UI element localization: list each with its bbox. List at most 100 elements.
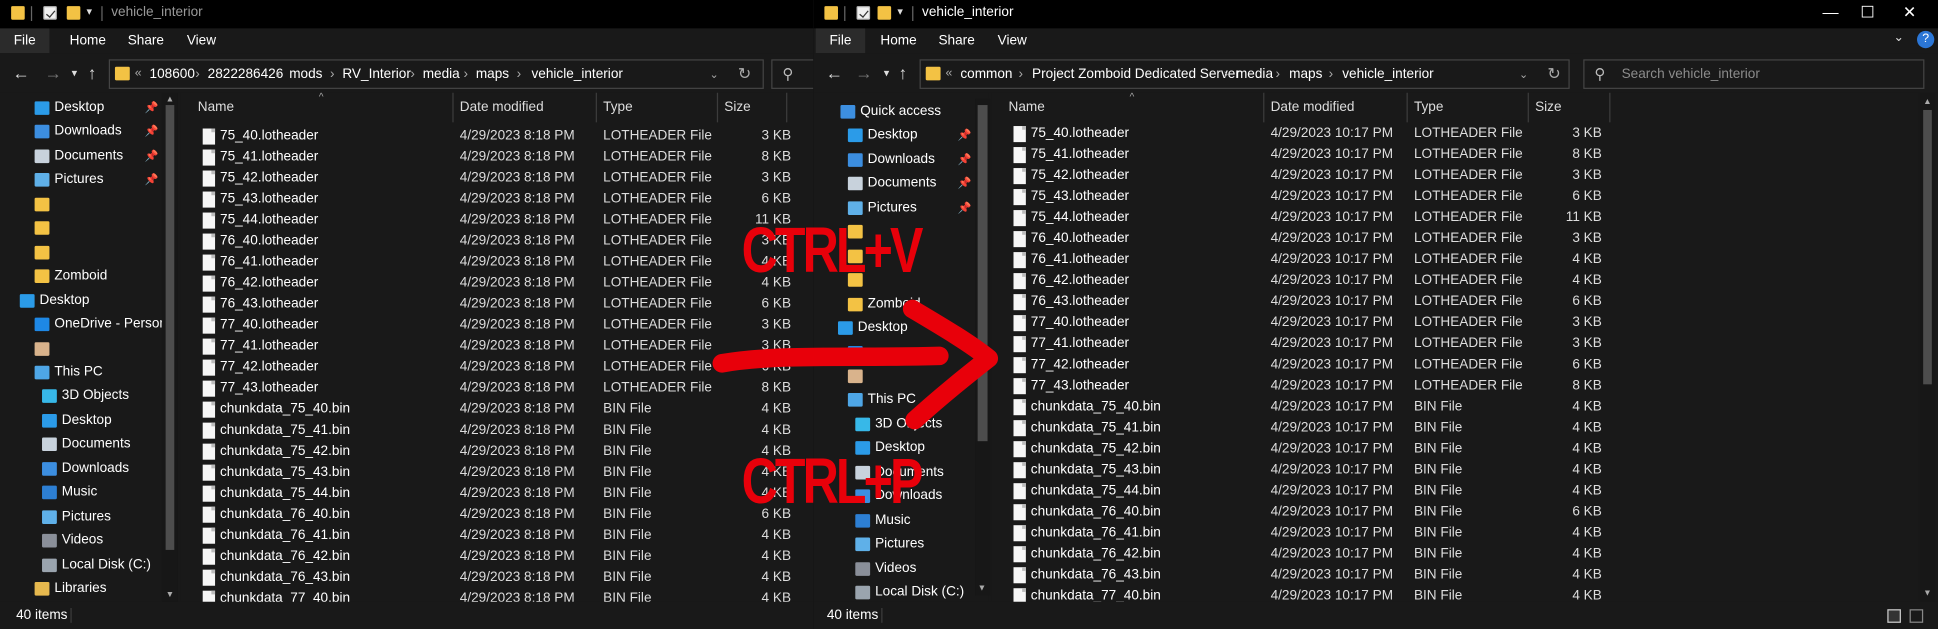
tab-share[interactable]: Share (937, 28, 977, 53)
nav-item[interactable]: Pictures (37, 505, 161, 528)
tab-file[interactable]: File (0, 28, 50, 54)
nav-item[interactable]: Libraries (30, 577, 161, 600)
column-divider[interactable] (1527, 92, 1529, 123)
nav-item[interactable]: Local Disk (C:) (37, 553, 161, 576)
file-row[interactable]: 75_42.lotheader 4/29/2023 10:17 PM LOTHEAD… (991, 166, 1609, 187)
details-view-icon[interactable] (1887, 609, 1901, 623)
search-box[interactable]: ⚲ (771, 59, 814, 89)
file-row[interactable]: 75_43.lotheader 4/29/2023 10:17 PM LOTHEAD… (991, 187, 1609, 208)
file-row[interactable]: 76_41.lotheader 4/29/2023 8:18 PM LOTHEADE… (180, 252, 798, 273)
column-header-type[interactable]: Type (1414, 93, 1443, 123)
nav-item[interactable]: Videos (37, 529, 161, 552)
nav-item[interactable]: Downloads 📌 (30, 120, 161, 143)
column-header-name[interactable]: Name (1009, 93, 1045, 123)
refresh-icon[interactable]: ↻ (738, 61, 751, 88)
nav-item[interactable]: Desktop 📌 (843, 124, 974, 147)
column-header-date-modified[interactable]: Date modified (1271, 93, 1355, 123)
file-row[interactable]: chunkdata_77_40.bin 4/29/2023 10:17 PM BIN… (991, 586, 1609, 602)
column-divider[interactable] (595, 92, 597, 123)
recent-locations-icon[interactable]: ▾ (884, 63, 890, 83)
close-icon[interactable]: ✕ (1891, 1, 1928, 23)
column-header-size[interactable]: Size (724, 93, 750, 123)
file-row[interactable]: chunkdata_76_43.bin 4/29/2023 8:18 PM BIN … (180, 567, 798, 588)
chevron-right-icon[interactable]: › (1329, 61, 1334, 88)
column-divider[interactable] (1406, 92, 1408, 123)
address-bar[interactable]: « common › Project Zomboid Dedicated Ser… (919, 59, 1570, 89)
file-list-scrollbar[interactable]: ▲ ▼ (1919, 92, 1936, 602)
breadcrumb-item[interactable]: 108600 (150, 61, 195, 88)
up-arrow-icon[interactable]: ↑ (899, 63, 908, 83)
file-row[interactable]: 75_44.lotheader 4/29/2023 8:18 PM LOTHEADE… (180, 210, 798, 231)
scroll-thumb[interactable] (165, 105, 175, 550)
chevron-right-icon[interactable]: › (517, 61, 522, 88)
breadcrumb-item[interactable]: media (423, 61, 460, 88)
tab-view[interactable]: View (183, 28, 220, 53)
file-row[interactable]: chunkdata_75_44.bin 4/29/2023 8:18 PM BIN … (180, 483, 798, 504)
file-row[interactable]: 76_41.lotheader 4/29/2023 10:17 PM LOTHEAD… (991, 250, 1609, 271)
nav-item[interactable] (30, 241, 161, 264)
chevron-right-icon[interactable]: › (1276, 61, 1281, 88)
refresh-icon[interactable]: ↻ (1547, 61, 1560, 88)
file-row[interactable]: 76_40.lotheader 4/29/2023 8:18 PM LOTHEADE… (180, 231, 798, 252)
column-divider[interactable] (716, 92, 719, 123)
file-row[interactable]: 75_42.lotheader 4/29/2023 8:18 PM LOTHEADE… (180, 168, 798, 189)
properties-icon[interactable] (856, 6, 871, 20)
minimize-icon[interactable]: — (1812, 1, 1849, 23)
nav-item[interactable]: This PC (30, 361, 161, 384)
tab-home[interactable]: Home (879, 28, 919, 53)
file-row[interactable]: 77_40.lotheader 4/29/2023 10:17 PM LOTHEAD… (991, 313, 1609, 334)
scroll-down-icon[interactable]: ▼ (1923, 589, 1932, 599)
overflow-chevron-icon[interactable]: « (946, 61, 953, 88)
nav-item[interactable]: Desktop (15, 289, 161, 312)
file-row[interactable]: 75_40.lotheader 4/29/2023 8:18 PM LOTHEADE… (180, 126, 798, 147)
customize-toolbar-icon[interactable]: ▾ (897, 5, 903, 19)
chevron-right-icon[interactable]: › (1224, 61, 1229, 88)
nav-item[interactable] (30, 193, 161, 216)
file-row[interactable]: chunkdata_76_43.bin 4/29/2023 10:17 PM BIN… (991, 565, 1609, 586)
large-icons-view-icon[interactable] (1909, 609, 1924, 623)
nav-item[interactable]: Downloads (37, 457, 161, 480)
file-row[interactable]: chunkdata_75_43.bin 4/29/2023 10:17 PM BIN… (991, 460, 1609, 481)
breadcrumb-item[interactable]: media (1236, 61, 1273, 88)
nav-item[interactable]: Documents 📌 (30, 144, 161, 167)
file-row[interactable]: chunkdata_75_40.bin 4/29/2023 10:17 PM BIN… (991, 397, 1609, 418)
maximize-icon[interactable]: ☐ (1849, 1, 1886, 23)
file-row[interactable]: chunkdata_76_42.bin 4/29/2023 8:18 PM BIN … (180, 546, 798, 567)
file-row[interactable]: chunkdata_75_42.bin 4/29/2023 10:17 PM BIN… (991, 439, 1609, 460)
file-row[interactable]: 76_42.lotheader 4/29/2023 10:17 PM LOTHEAD… (991, 271, 1609, 292)
new-folder-icon[interactable] (877, 6, 892, 20)
nav-item[interactable]: Quick access (836, 100, 974, 123)
nav-item[interactable]: Videos (850, 557, 974, 580)
nav-item[interactable]: Desktop 📌 (30, 96, 161, 119)
column-divider[interactable] (786, 92, 788, 123)
chevron-right-icon[interactable]: › (463, 61, 468, 88)
scroll-down-icon[interactable]: ▼ (978, 585, 987, 595)
file-row[interactable]: 76_42.lotheader 4/29/2023 8:18 PM LOTHEADE… (180, 273, 798, 294)
overflow-chevron-icon[interactable]: « (135, 61, 142, 88)
address-bar[interactable]: « 108600 › 2822286426 › mods › RV_Interi… (108, 59, 764, 89)
back-arrow-icon[interactable]: ← (12, 63, 29, 83)
tab-home[interactable]: Home (68, 28, 108, 53)
column-divider[interactable] (1609, 92, 1611, 123)
breadcrumb-item[interactable]: vehicle_interior (531, 61, 622, 88)
breadcrumb-item[interactable]: maps (476, 61, 509, 88)
back-arrow-icon[interactable]: ← (826, 63, 843, 83)
file-row[interactable]: 75_41.lotheader 4/29/2023 10:17 PM LOTHEAD… (991, 145, 1609, 166)
column-divider[interactable] (1263, 92, 1265, 123)
chevron-right-icon[interactable]: › (195, 61, 200, 88)
file-row[interactable]: chunkdata_75_41.bin 4/29/2023 10:17 PM BIN… (991, 418, 1609, 439)
file-row[interactable]: chunkdata_76_40.bin 4/29/2023 10:17 PM BIN… (991, 502, 1609, 523)
column-divider[interactable] (452, 92, 454, 123)
new-folder-icon[interactable] (66, 6, 81, 20)
breadcrumb-item[interactable]: maps (1289, 61, 1322, 88)
nav-item[interactable]: Desktop (37, 409, 161, 432)
breadcrumb-item[interactable]: 2822286426 (208, 61, 284, 88)
nav-item[interactable] (30, 217, 161, 240)
nav-item[interactable]: Documents (37, 433, 161, 456)
nav-item[interactable]: Pictures (850, 533, 974, 556)
nav-item[interactable]: 3D Objects (37, 385, 161, 408)
file-row[interactable]: chunkdata_75_42.bin 4/29/2023 8:18 PM BIN … (180, 441, 798, 462)
column-header-name[interactable]: Name (198, 93, 234, 123)
breadcrumb-item[interactable]: Project Zomboid Dedicated Server (1032, 61, 1240, 88)
file-row[interactable]: chunkdata_76_41.bin 4/29/2023 8:18 PM BIN … (180, 525, 798, 546)
